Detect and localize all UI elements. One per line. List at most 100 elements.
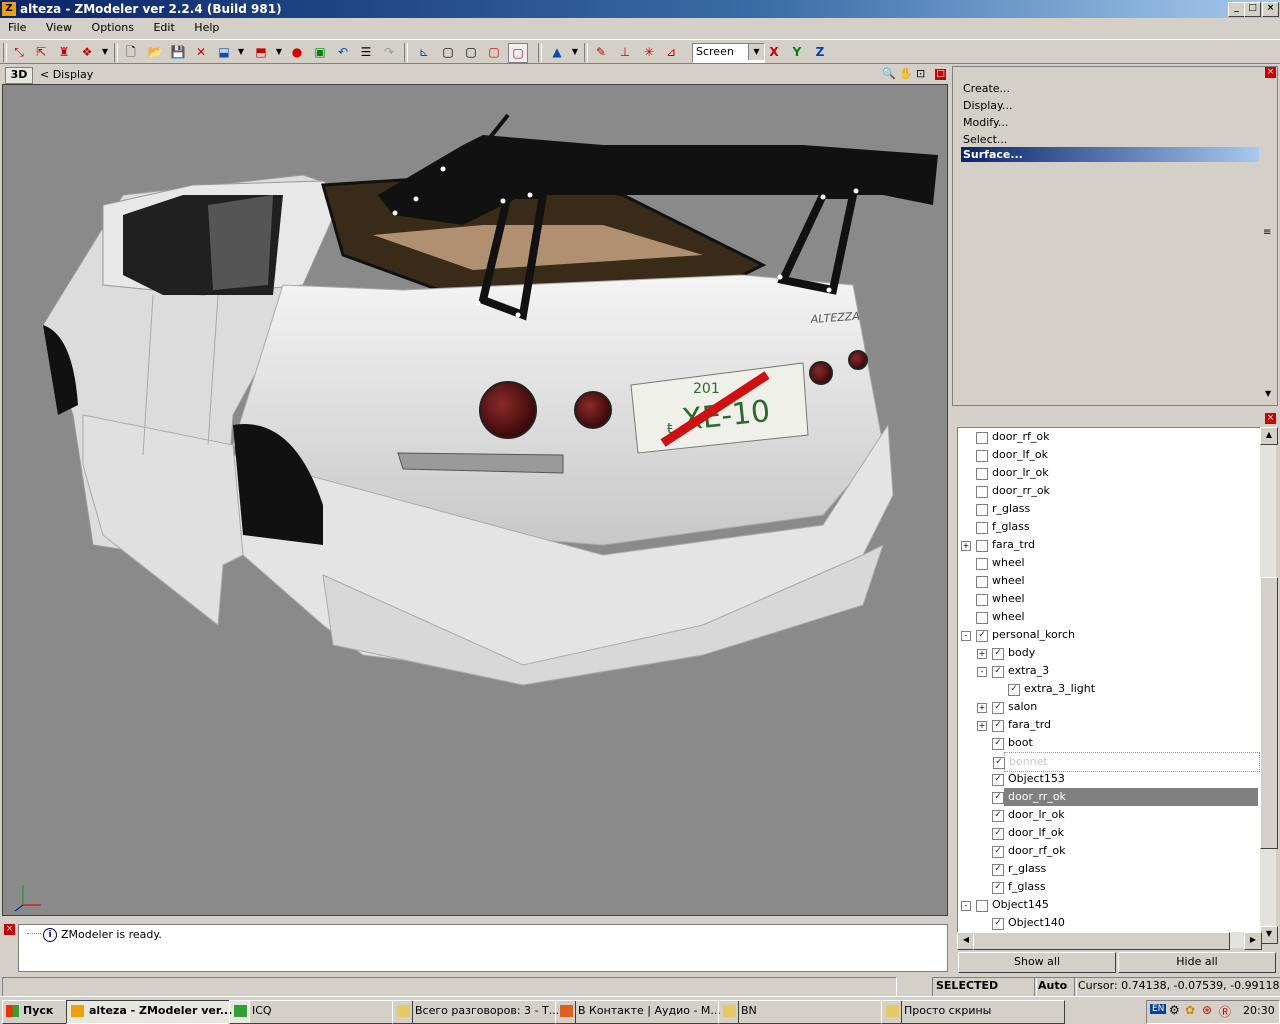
tree-node[interactable]: + ✓ body <box>958 644 1258 662</box>
close-icon[interactable]: × <box>1265 67 1276 78</box>
undo-icon[interactable]: ↶ <box>334 43 352 61</box>
expand-icon[interactable]: + <box>961 541 971 551</box>
view-axes-icon[interactable]: ⊾ <box>415 43 433 61</box>
tree-node[interactable]: door_lf_ok <box>958 446 1258 464</box>
visibility-checkbox[interactable]: ✓ <box>1008 684 1020 696</box>
visibility-checkbox[interactable]: ✓ <box>992 792 1004 804</box>
visibility-checkbox[interactable]: ✓ <box>992 918 1004 930</box>
close-icon[interactable]: × <box>4 924 15 935</box>
pan-icon[interactable]: ✋ <box>899 67 913 80</box>
axis-y-toggle[interactable]: Y <box>788 43 806 61</box>
minimize-button[interactable]: _ <box>1228 2 1245 17</box>
move-tool-icon[interactable]: ⇱ <box>32 43 50 61</box>
tree-node[interactable]: + ✓ salon <box>958 698 1258 716</box>
dropdown-arrow-icon[interactable]: ▼ <box>96 43 114 61</box>
maximize-button[interactable]: □ <box>1244 2 1261 17</box>
dropdown-arrow-icon[interactable]: ▼ <box>566 43 584 61</box>
scroll-down-arrow-icon[interactable]: ▼ <box>1260 926 1278 944</box>
expand-icon[interactable]: + <box>977 703 987 713</box>
tree-node[interactable]: f_glass <box>958 518 1258 536</box>
scroll-thumb[interactable] <box>1260 577 1278 849</box>
visibility-checkbox[interactable]: ✓ <box>992 648 1004 660</box>
close-icon[interactable]: × <box>1265 413 1276 424</box>
tree-node[interactable]: ✓ f_glass <box>958 878 1258 896</box>
visibility-checkbox[interactable] <box>976 504 988 516</box>
open-file-icon[interactable]: 📂 <box>146 43 164 61</box>
notes-icon[interactable]: ☰ <box>357 43 375 61</box>
menu-edit[interactable]: Edit <box>153 18 174 38</box>
taskbar-button[interactable]: BN <box>718 1000 902 1024</box>
cube-3d-icon[interactable]: ▢ <box>508 43 528 63</box>
tree-node[interactable]: door_lr_ok <box>958 464 1258 482</box>
tree-node[interactable]: - Object145 <box>958 896 1258 914</box>
taskbar-button[interactable]: Всего разговоров: 3 - Т... <box>392 1000 576 1024</box>
visibility-checkbox[interactable] <box>976 558 988 570</box>
tree-node[interactable]: ✓ Object153 <box>958 770 1258 788</box>
cube-side-icon[interactable]: ▢ <box>462 43 480 61</box>
tree-node[interactable]: - ✓ extra_3 <box>958 662 1258 680</box>
zoom-icon[interactable]: 🔍 <box>882 67 896 80</box>
tree-node[interactable]: ✓ door_lr_ok <box>958 806 1258 824</box>
visibility-checkbox[interactable]: ✓ <box>992 810 1004 822</box>
tray-app-icon[interactable]: Ⓡ <box>1219 1003 1231 1020</box>
viewport-maximize-icon[interactable]: □ <box>935 69 946 80</box>
hscroll-thumb[interactable] <box>973 932 1230 950</box>
tree-node[interactable]: r_glass <box>958 500 1258 518</box>
show-all-button[interactable]: Show all <box>958 952 1116 973</box>
tree-vertical-scrollbar[interactable]: ▲ ▼ <box>1260 427 1278 944</box>
dropdown-arrow-icon[interactable]: ▼ <box>270 43 288 61</box>
tree-node[interactable]: wheel <box>958 554 1258 572</box>
command-surface[interactable]: Surface... <box>961 147 1259 162</box>
hide-all-button[interactable]: Hide all <box>1118 952 1276 973</box>
tree-node[interactable]: ✓ door_rf_ok <box>958 842 1258 860</box>
tree-node[interactable]: ✓ extra_3_light <box>958 680 1258 698</box>
fit-icon[interactable]: ⊡ <box>916 67 925 80</box>
visibility-checkbox[interactable]: ✓ <box>992 720 1004 732</box>
collapse-icon[interactable]: - <box>961 631 971 641</box>
visibility-checkbox[interactable] <box>976 450 988 462</box>
visibility-checkbox[interactable]: ✓ <box>992 774 1004 786</box>
paint-icon[interactable]: ✎ <box>592 43 610 61</box>
visibility-checkbox[interactable] <box>976 540 988 552</box>
taskbar-button[interactable]: alteza - ZModeler ver... <box>66 1000 250 1024</box>
visibility-checkbox[interactable] <box>976 900 988 912</box>
close-button[interactable]: × <box>1262 2 1279 17</box>
expand-icon[interactable]: + <box>977 721 987 731</box>
tree-node[interactable]: wheel <box>958 590 1258 608</box>
visibility-checkbox[interactable]: ✓ <box>992 738 1004 750</box>
network-icon[interactable]: ⚙ <box>1169 1003 1180 1017</box>
tree-node[interactable]: - ✓ personal_korch <box>958 626 1258 644</box>
walk-tool-icon[interactable]: ♜ <box>55 43 73 61</box>
pointer-icon[interactable]: ▲ <box>548 43 566 61</box>
command-display[interactable]: Display... <box>961 98 1259 113</box>
visibility-checkbox[interactable]: ✓ <box>992 666 1004 678</box>
tree-horizontal-scrollbar[interactable]: ◀ ▶ <box>957 932 1262 950</box>
axis-scale-icon[interactable]: ⊿ <box>662 43 680 61</box>
visibility-checkbox[interactable] <box>976 468 988 480</box>
taskbar-button[interactable]: Просто скрины <box>881 1000 1065 1024</box>
antivirus-icon[interactable]: ⊛ <box>1202 1003 1212 1017</box>
visibility-checkbox[interactable]: ✓ <box>992 864 1004 876</box>
cube-front-icon[interactable]: ▢ <box>439 43 457 61</box>
redo-icon[interactable]: ↷ <box>380 43 398 61</box>
command-select[interactable]: Select... <box>961 132 1259 147</box>
visibility-checkbox[interactable]: ✓ <box>992 702 1004 714</box>
axis-rotate-icon[interactable]: ✳ <box>640 43 658 61</box>
chevron-down-icon[interactable]: ▼ <box>748 44 764 60</box>
tree-node[interactable]: ✓ Object140 <box>958 914 1258 932</box>
scroll-grip-icon[interactable]: ≡ <box>1263 227 1271 238</box>
tree-node[interactable]: ✓ bonnet <box>993 752 1260 772</box>
tree-node[interactable]: ✓ door_rr_ok <box>992 788 1258 806</box>
viewport-3d[interactable]: 201 ŧ XE-10 ALTEZZA <box>2 84 948 916</box>
menu-view[interactable]: View <box>46 18 72 38</box>
tree-node[interactable]: ✓ door_lf_ok <box>958 824 1258 842</box>
menu-help[interactable]: Help <box>194 18 219 38</box>
import-icon[interactable]: ⬓ <box>215 43 233 61</box>
visibility-checkbox[interactable]: ✓ <box>992 882 1004 894</box>
display-label[interactable]: < Display <box>40 68 93 81</box>
language-indicator[interactable]: EN <box>1150 1004 1167 1014</box>
scroll-down-arrow-icon[interactable]: ▼ <box>1265 389 1271 398</box>
visibility-checkbox[interactable] <box>976 486 988 498</box>
tree-node[interactable]: ✓ boot <box>958 734 1258 752</box>
visibility-checkbox[interactable]: ✓ <box>993 757 1005 769</box>
